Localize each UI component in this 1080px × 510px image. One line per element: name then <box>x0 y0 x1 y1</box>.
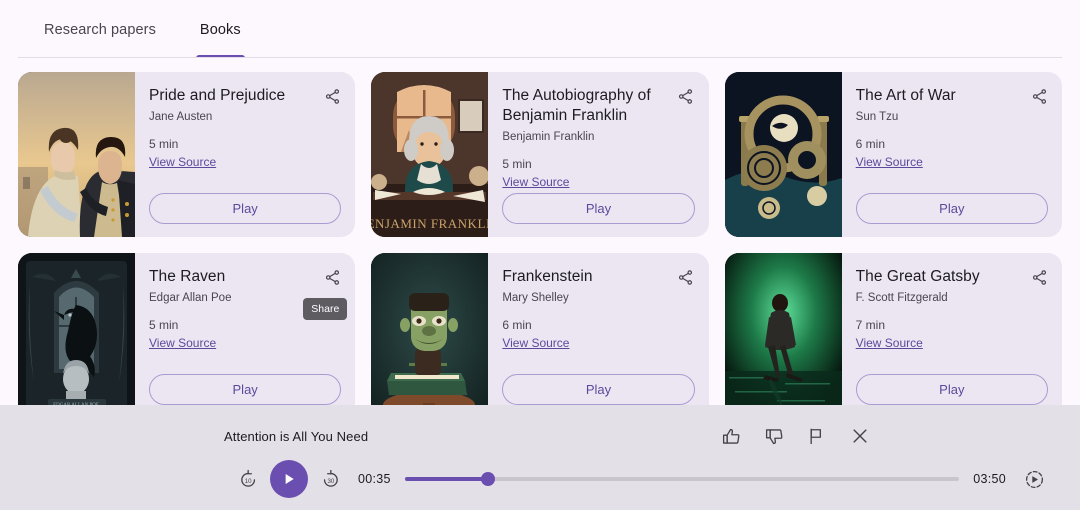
tab-label: Books <box>199 22 241 38</box>
view-source-link[interactable]: View Source <box>856 335 923 351</box>
card-body: The Great Gatsby F. Scott Fitzgerald 7 m… <box>842 253 1062 418</box>
close-icon[interactable] <box>848 424 872 448</box>
tab-books[interactable]: Books <box>178 2 263 58</box>
view-source-link[interactable]: View Source <box>856 154 923 170</box>
card-duration: 7 min <box>855 318 885 332</box>
card-title: The Raven <box>149 268 226 285</box>
share-icon[interactable] <box>671 81 701 111</box>
view-source-link[interactable]: View Source <box>149 335 216 351</box>
play-button[interactable]: Play <box>855 374 1048 405</box>
svg-text:10: 10 <box>244 478 251 485</box>
player-action-buttons <box>719 424 1056 448</box>
total-time: 03:50 <box>973 472 1006 486</box>
share-icon[interactable] <box>1024 262 1054 292</box>
play-button[interactable]: Play <box>855 193 1048 224</box>
book-card[interactable]: EDGAR ALLAN POE The Raven Edgar Allan Po… <box>18 253 356 418</box>
book-card[interactable]: Pride and Prejudice Jane Austen 5 min Vi… <box>18 72 356 237</box>
book-card[interactable]: The Great Gatsby F. Scott Fitzgerald 7 m… <box>724 253 1062 418</box>
play-button[interactable]: Play <box>502 193 695 224</box>
book-card[interactable]: BENJAMIN FRANKLIN The Autobiography of B… <box>371 72 709 237</box>
great-gatsby-cover <box>724 253 842 418</box>
card-duration: 5 min <box>149 137 179 151</box>
card-author: Mary Shelley <box>502 292 569 304</box>
card-author: Benjamin Franklin <box>502 131 595 143</box>
card-body: Frankenstein Mary Shelley 6 min View Sou… <box>488 253 708 418</box>
share-icon[interactable] <box>1024 81 1054 111</box>
card-duration: 6 min <box>502 318 532 332</box>
replay-10-icon[interactable]: 10 <box>236 467 260 491</box>
card-body: The Raven Edgar Allan Poe 5 min View Sou… <box>135 253 355 418</box>
player-track-title: Attention is All You Need <box>224 428 369 444</box>
audio-overviews-app: Research papers Books Pride and Prejudic… <box>0 0 1080 510</box>
frankenstein-cover <box>371 253 489 418</box>
share-icon[interactable] <box>671 262 701 292</box>
view-source-link[interactable]: View Source <box>149 154 216 170</box>
tab-research-papers[interactable]: Research papers <box>22 2 178 58</box>
card-author: Sun Tzu <box>855 111 899 123</box>
book-card[interactable]: Frankenstein Mary Shelley 6 min View Sou… <box>371 253 709 418</box>
progress-thumb[interactable] <box>480 472 495 486</box>
svg-text:BENJAMIN FRANKLIN: BENJAMIN FRANKLIN <box>371 216 488 231</box>
card-title: The Autobiography of Benjamin Franklin <box>502 87 651 124</box>
card-duration: 6 min <box>855 137 885 151</box>
progress-slider[interactable] <box>404 470 960 488</box>
card-body: The Autobiography of Benjamin Franklin B… <box>488 72 708 237</box>
tab-label: Research papers <box>44 22 156 38</box>
card-title: The Great Gatsby <box>855 268 980 285</box>
thumb-up-button[interactable] <box>719 424 743 448</box>
benjamin-franklin-cover: BENJAMIN FRANKLIN <box>371 72 489 237</box>
play-icon[interactable] <box>270 460 308 498</box>
progress-fill <box>404 477 488 481</box>
view-source-link[interactable]: View Source <box>502 174 569 190</box>
card-title: Frankenstein <box>502 268 593 285</box>
thumb-down-button[interactable] <box>762 424 786 448</box>
audio-player-bar: Attention is All You Need 10 30 00:35 03… <box>0 405 1080 510</box>
book-card-grid: Pride and Prejudice Jane Austen 5 min Vi… <box>0 58 1080 418</box>
the-raven-cover: EDGAR ALLAN POE <box>18 253 135 418</box>
card-body: Pride and Prejudice Jane Austen 5 min Vi… <box>135 72 355 237</box>
play-button[interactable]: Play <box>149 374 342 405</box>
player-transport-row: 10 30 00:35 03:50 <box>24 455 1056 503</box>
tab-active-indicator <box>195 55 245 58</box>
playback-speed-icon[interactable] <box>1020 465 1048 493</box>
card-author: F. Scott Fitzgerald <box>855 292 948 304</box>
flag-icon[interactable] <box>805 424 829 448</box>
card-duration: 5 min <box>502 157 532 171</box>
card-author: Jane Austen <box>149 111 213 123</box>
card-title: The Art of War <box>855 87 956 104</box>
pride-and-prejudice-cover <box>18 72 135 237</box>
card-duration: 5 min <box>149 318 179 332</box>
current-time: 00:35 <box>358 472 391 486</box>
play-button[interactable]: Play <box>149 193 342 224</box>
forward-30-icon[interactable]: 30 <box>318 467 342 491</box>
svg-text:30: 30 <box>327 478 334 485</box>
art-of-war-cover <box>724 72 842 237</box>
card-author: Edgar Allan Poe <box>149 292 232 304</box>
tab-bar: Research papers Books <box>0 0 1080 58</box>
share-icon[interactable] <box>317 81 347 111</box>
card-title: Pride and Prejudice <box>149 87 286 104</box>
card-body: The Art of War Sun Tzu 6 min View Source… <box>842 72 1062 237</box>
player-top-row: Attention is All You Need <box>24 423 1056 449</box>
play-button[interactable]: Play <box>502 374 695 405</box>
share-icon[interactable] <box>317 262 347 292</box>
book-card[interactable]: The Art of War Sun Tzu 6 min View Source… <box>724 72 1062 237</box>
view-source-link[interactable]: View Source <box>502 335 569 351</box>
